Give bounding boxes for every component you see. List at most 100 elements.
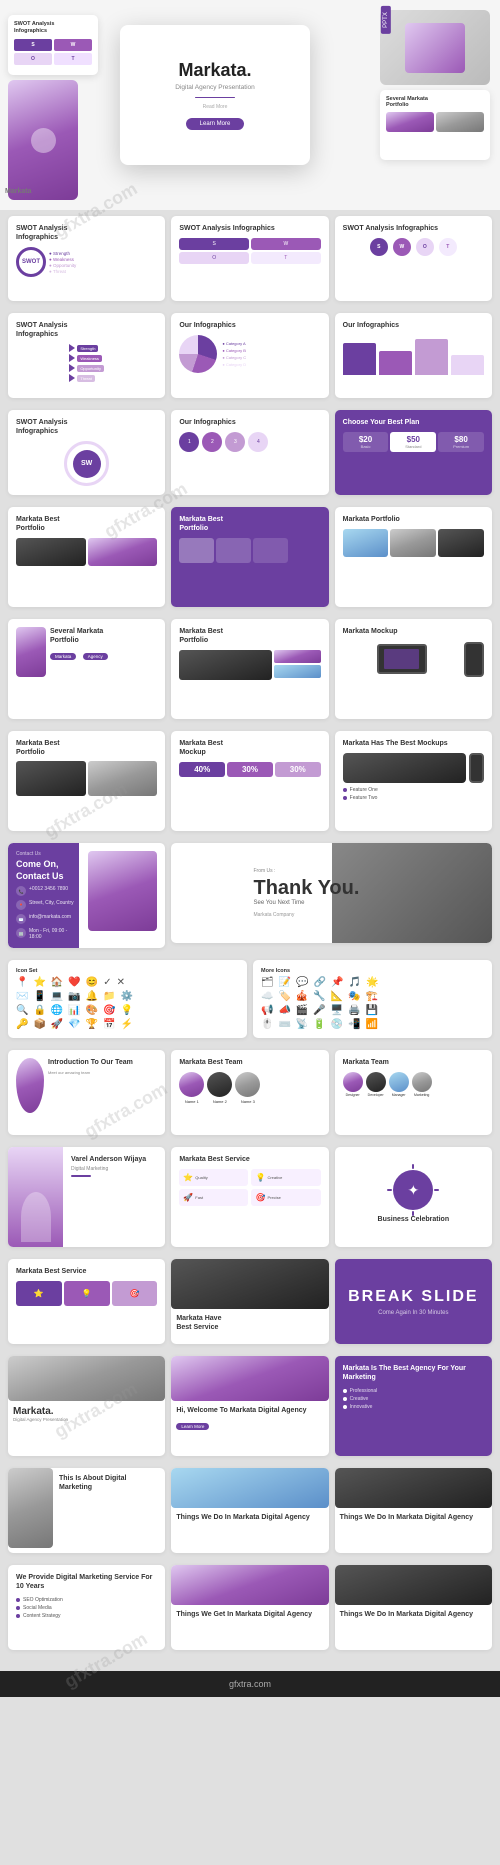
- team-avatar-a: [343, 1072, 363, 1092]
- team-member-2: Name 2: [207, 1072, 232, 1104]
- thankyou-slide: From Us : Thank You. See You Next Time M…: [171, 843, 492, 943]
- service-icon-c: 🎯: [112, 1281, 158, 1306]
- provide-feat-2: Social Media: [16, 1605, 157, 1611]
- team-member-a: Designer: [343, 1072, 363, 1097]
- break-subtitle: Come Again In 30 Minutes: [348, 1310, 478, 1316]
- swot-s-label: ● Strength: [49, 251, 157, 256]
- thankyou-content: From Us : Thank You. See You Next Time M…: [243, 858, 419, 928]
- portfolio-grid-2: Several MarkataPortfolio Markata Agency …: [8, 619, 492, 719]
- icons-left-panel: Icon Set 📍 ⭐ 🏠 ❤️ 😊 ✓ ✕ ✉️ 📱 💻 📷 🔔 �: [8, 960, 247, 1038]
- icons-right-row-2: ☁️ 🏷️ 🎪 🔧 📐 🎭 🏗️: [261, 991, 484, 1002]
- contact-slide: Contact Us Come On,Contact Us 📞 +0012 34…: [8, 843, 165, 948]
- email-label: info@markata.com: [29, 914, 71, 920]
- icon-target: 🎯: [103, 1005, 115, 1016]
- swot-inner: SW: [73, 450, 101, 478]
- swot-arrow-card: SWOT AnalysisInfographics Strength Weakn…: [8, 313, 165, 398]
- swot-circle-w: W: [393, 238, 411, 256]
- icon-r26: 💿: [331, 1019, 343, 1030]
- things-digital-title: Things We Do In Markata Digital Agency: [340, 1513, 487, 1522]
- team-role-c: Manager: [389, 1093, 409, 1097]
- best-mockups-card: Markata Has The Best Mockups Feature One…: [335, 731, 492, 831]
- portfolio-title-3: Markata Portfolio: [343, 515, 484, 524]
- mockup-title: Markata Mockup: [343, 627, 484, 636]
- team-title: Markata Team: [343, 1058, 484, 1067]
- icon-lightning: ⚡: [121, 1019, 133, 1030]
- mockup-phone: [464, 642, 484, 677]
- best-portfolio-img-3: [274, 665, 320, 678]
- icon-r2: 📝: [279, 977, 291, 988]
- about-digital-card: This Is About Digital Marketing: [8, 1468, 165, 1553]
- mockup-screen: [377, 644, 427, 674]
- icon-bulb: 💡: [121, 1005, 133, 1016]
- team-avatar-1: [179, 1072, 204, 1097]
- portfolio-img-4: [216, 538, 251, 563]
- icon-r4: 🔗: [314, 977, 326, 988]
- icon-gem: 💎: [68, 1019, 80, 1030]
- icon-location: 📍: [16, 977, 28, 988]
- contact-person-img: [88, 851, 158, 931]
- icon-x: ✕: [117, 977, 125, 988]
- info-2-circle-1: 1: [179, 432, 199, 452]
- contact-right: [80, 851, 158, 940]
- person-info: Varel Anderson Wijaya Digital Marketing: [63, 1147, 165, 1247]
- team-role-d: Marketing: [412, 1093, 432, 1097]
- best-portfolio-card: Markata BestPortfolio: [171, 619, 328, 719]
- swot-w-label: ● Weakness: [49, 257, 157, 262]
- provide-feat-1: SEO Optimization: [16, 1597, 157, 1603]
- portfolio-title-2: Markata BestPortfolio: [179, 515, 320, 533]
- pricing-amount-2: $50: [393, 435, 433, 444]
- about-digital-title: This Is About Digital Marketing: [59, 1474, 159, 1492]
- stat-val-2: 30%: [230, 765, 270, 774]
- intro-team-title: Introduction To Our Team: [48, 1058, 157, 1067]
- service-icon-3: 🚀: [183, 1193, 193, 1202]
- about-building-img: [8, 1468, 53, 1548]
- pie-label-4: ● Category D: [222, 362, 320, 367]
- icons-right-row-1: 🗂 📝 💬 🔗 📌 🎵 🌟: [261, 977, 484, 988]
- infographic-bar-card: Our Infographics: [335, 313, 492, 398]
- swot-section-1: SWOT AnalysisInfographics SWOT ● Strengt…: [0, 210, 500, 313]
- icon-star: ⭐: [33, 977, 45, 988]
- icon-r21: 💾: [366, 1005, 378, 1016]
- thankyou-brand: Markata Company: [253, 912, 409, 918]
- best-portfolio-img-1: [179, 650, 272, 680]
- service-text-4: Precise: [267, 1195, 280, 1200]
- pricing-plan-3: $80 Premium: [438, 432, 484, 452]
- pie-label-3: ● Category C: [222, 355, 320, 360]
- hero-button[interactable]: Learn More: [186, 118, 245, 130]
- meeting-service-card: Markata HaveBest Service: [171, 1259, 328, 1344]
- stat-box-2: 30%: [227, 762, 273, 777]
- about-section-2: This Is About Digital Marketing Things W…: [0, 1468, 500, 1565]
- portfolio-large-img-2: [88, 761, 158, 796]
- service-card: Markata Best Service ⭐ Quality 💡 Creativ…: [171, 1147, 328, 1247]
- sun-ray-top: [412, 1164, 414, 1169]
- icons-right-row-4: 🖱️ ⌨️ 📡 🔋 💿 📲 📶: [261, 1019, 484, 1030]
- things-title: Things We Do In Markata Digital Agency: [176, 1513, 323, 1522]
- best-portfolio-title: Markata BestPortfolio: [179, 627, 320, 645]
- portfolio-section: Markata BestPortfolio Markata BestPortfo…: [0, 507, 500, 619]
- stat-box-1: 40%: [179, 762, 225, 777]
- team-avatar-d: [412, 1072, 432, 1092]
- pricing-title: Choose Your Best Plan: [343, 418, 484, 427]
- icon-smile: 😊: [86, 977, 98, 988]
- icon-chart: 📊: [68, 1005, 80, 1016]
- hero-right-card: Several MarkataPortfolio: [380, 90, 490, 160]
- best-portfolio-img-2: [274, 650, 320, 663]
- swot-card-3: SWOT Analysis Infographics S W O T: [335, 216, 492, 301]
- icon-laptop: 💻: [51, 991, 63, 1002]
- business-title: Business Celebration: [378, 1215, 450, 1224]
- feat-1: Professional: [343, 1388, 484, 1394]
- swot-arrow-s: Strength: [77, 345, 98, 352]
- icons-left-row-4: 🔑 📦 🚀 💎 🏆 📅 ⚡: [16, 1019, 239, 1030]
- meeting-service-title: Markata HaveBest Service: [176, 1314, 323, 1332]
- contact-title: Come On,Contact Us: [16, 859, 80, 882]
- portfolio-section-2: Several MarkataPortfolio Markata Agency …: [0, 619, 500, 731]
- about-section: Markata. Digital Agency Presentation Hi,…: [0, 1356, 500, 1468]
- feat-2: Creative: [343, 1396, 484, 1402]
- service-section-2: Markata Best Service ⭐ 💡 🎯 Markata HaveB…: [0, 1259, 500, 1356]
- icon-r13: 🎭: [348, 991, 360, 1002]
- hero-section: SWOT AnalysisInfographics S W O T Markat…: [0, 0, 500, 210]
- pricing-label-3: Premium: [441, 444, 481, 449]
- icon-search: 🔍: [16, 1005, 28, 1016]
- pricing-label-2: Standard: [393, 444, 433, 449]
- icon-r12: 📐: [331, 991, 343, 1002]
